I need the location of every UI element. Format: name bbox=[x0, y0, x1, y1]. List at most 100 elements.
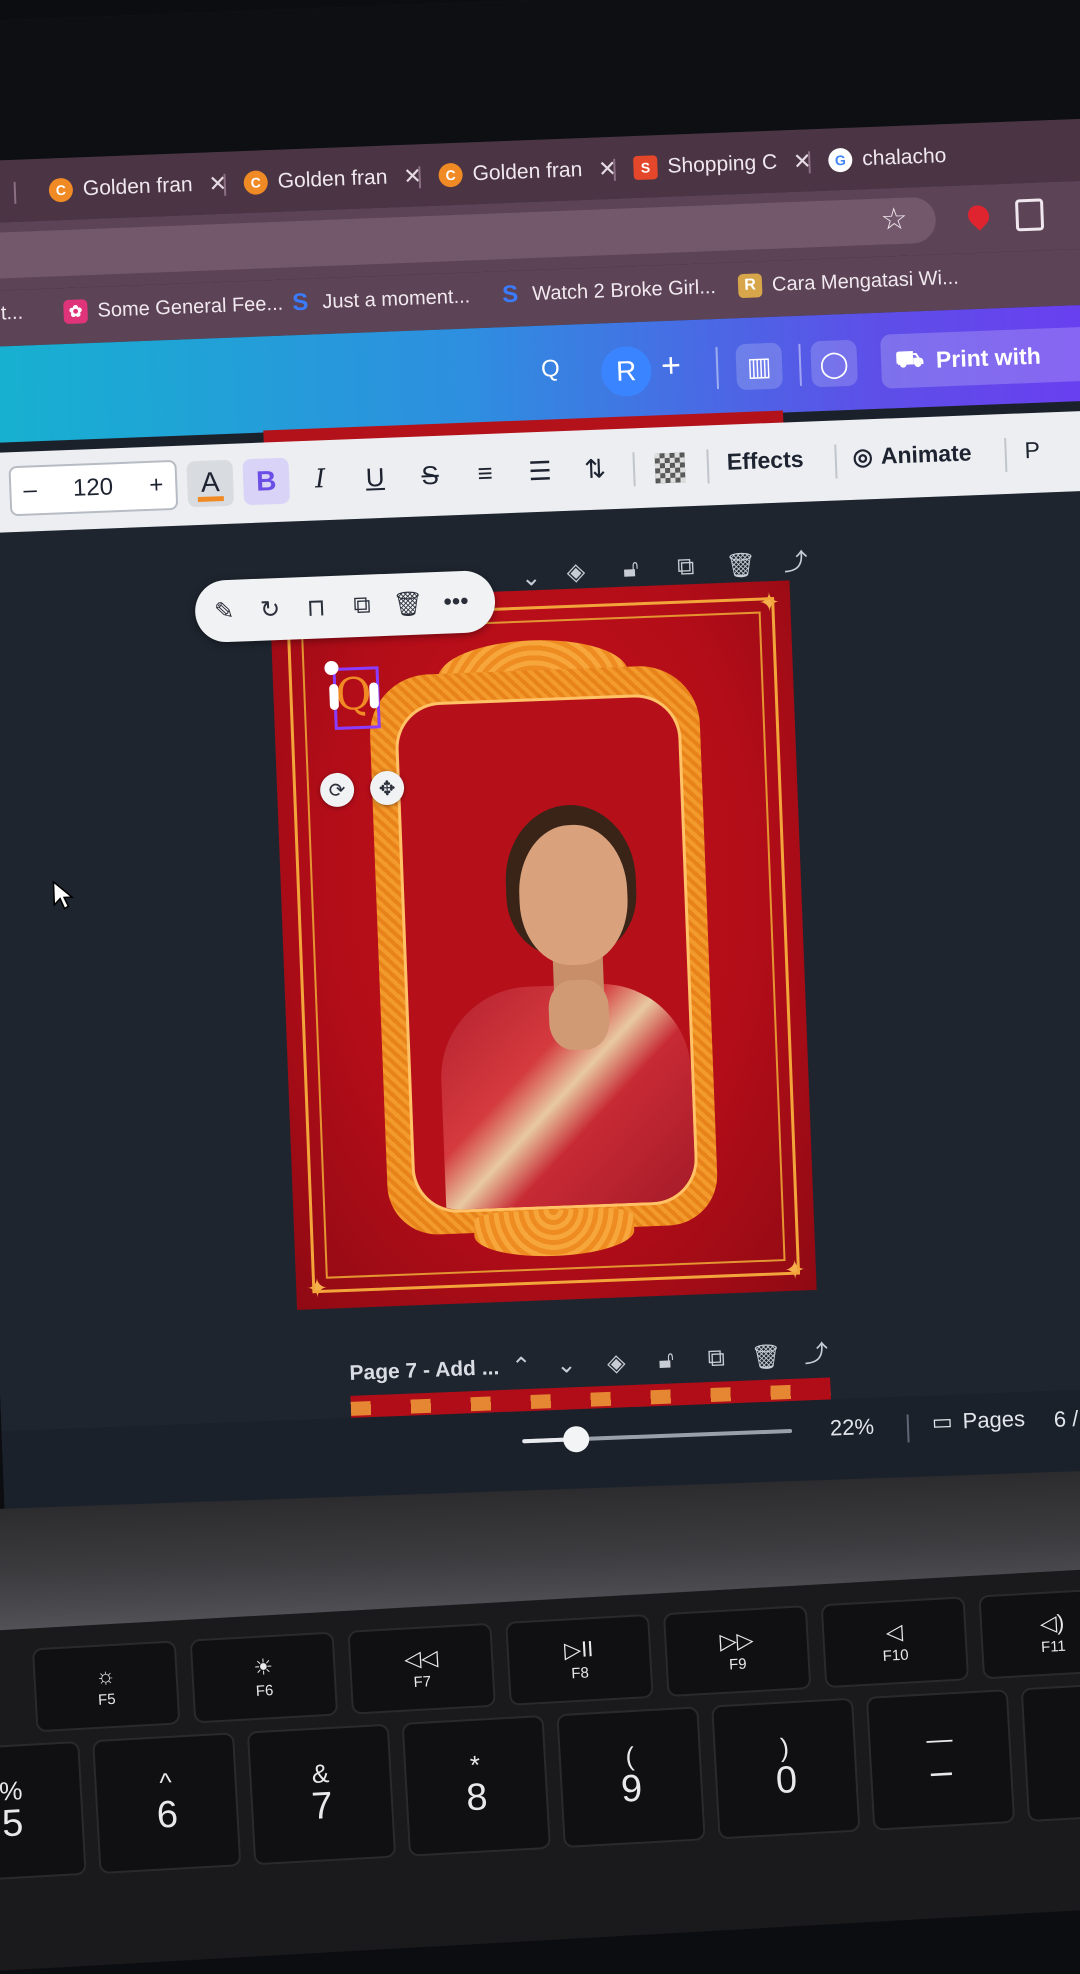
extensions-puzzle-icon[interactable] bbox=[1014, 198, 1045, 232]
delete-page-icon[interactable]: 🗑︎ bbox=[723, 548, 758, 583]
key-main-symbol: 9 bbox=[619, 1767, 644, 1811]
more-options-icon[interactable]: ••• bbox=[438, 585, 473, 620]
position-button[interactable]: P bbox=[1024, 437, 1040, 465]
function-key-label: F7 bbox=[413, 1672, 432, 1691]
key-main-symbol: 0 bbox=[774, 1759, 799, 1803]
print-with-button[interactable]: ⛟ Print with bbox=[880, 324, 1080, 389]
hide-page-icon[interactable]: ◈ bbox=[558, 554, 593, 589]
browser-tab[interactable]: C Golden fran ✕ bbox=[438, 147, 618, 198]
portrait-photo[interactable] bbox=[397, 696, 697, 1212]
zoom-slider-knob[interactable] bbox=[562, 1425, 590, 1453]
bookmark-item[interactable]: ✿ Some General Fee... bbox=[63, 292, 284, 325]
browser-tab[interactable]: C Golden fran ✕ bbox=[48, 162, 228, 213]
magic-edit-icon[interactable]: ✎ bbox=[207, 593, 242, 628]
delete-page-icon[interactable]: 🗑︎ bbox=[749, 1339, 784, 1374]
browser-tab[interactable]: G chalacho bbox=[827, 134, 948, 182]
number-key[interactable]: ) 0 bbox=[711, 1697, 861, 1840]
font-size-value[interactable]: 120 bbox=[72, 473, 113, 503]
lock-icon[interactable]: ⊓ bbox=[298, 590, 333, 625]
add-page-icon[interactable]: ⤴ bbox=[778, 542, 813, 577]
function-key[interactable]: ▷▷ F9 bbox=[662, 1605, 812, 1698]
comment-add-icon[interactable]: ↻ bbox=[253, 592, 288, 627]
google-icon: G bbox=[827, 147, 853, 173]
bold-button[interactable]: B bbox=[242, 457, 291, 506]
hide-page-icon[interactable]: ◈ bbox=[599, 1345, 634, 1380]
duplicate-page-icon[interactable]: ⧉ bbox=[699, 1341, 734, 1376]
page-counter[interactable]: 6 / : bbox=[1053, 1405, 1080, 1432]
text-color-swatch bbox=[197, 495, 224, 502]
selection-handle[interactable] bbox=[329, 683, 340, 711]
browser-tab[interactable]: S Shopping C ✕ bbox=[633, 139, 813, 190]
selection-handle[interactable] bbox=[369, 682, 380, 709]
transparency-icon[interactable] bbox=[654, 452, 686, 484]
duplicate-icon[interactable]: ⧉ bbox=[344, 588, 379, 623]
lock-icon[interactable]: 🔓︎ bbox=[649, 1343, 684, 1378]
browser-tab[interactable]: C Golden fran ✕ bbox=[243, 154, 423, 205]
function-key[interactable]: ◁ F10 bbox=[820, 1596, 970, 1689]
list-icon[interactable]: ☰ bbox=[519, 445, 561, 496]
function-key[interactable]: ☀ F6 bbox=[189, 1631, 339, 1724]
extension-icon[interactable] bbox=[963, 201, 994, 231]
font-size-stepper[interactable]: – 120 + bbox=[8, 459, 179, 517]
number-key[interactable]: ^ 6 bbox=[92, 1732, 242, 1875]
portrait-hair bbox=[502, 802, 639, 958]
function-key[interactable]: ▷II F8 bbox=[505, 1613, 654, 1706]
italic-button[interactable]: I bbox=[299, 454, 341, 505]
insights-chart-icon[interactable]: ▥ bbox=[735, 342, 784, 391]
zoom-level[interactable]: 22% bbox=[830, 1414, 875, 1442]
pages-label: Pages bbox=[962, 1405, 1026, 1434]
r-icon: R bbox=[737, 273, 763, 299]
bookmark-star-icon[interactable]: ☆ bbox=[880, 202, 908, 238]
zoom-slider[interactable] bbox=[522, 1425, 793, 1453]
duplicate-page-icon[interactable]: ⧉ bbox=[668, 550, 703, 585]
number-key[interactable]: & 7 bbox=[246, 1723, 397, 1866]
portrait-hand bbox=[547, 978, 611, 1051]
bookmark-item[interactable]: S Just a moment... bbox=[288, 284, 471, 316]
bookmark-item[interactable]: ent... bbox=[0, 302, 24, 327]
increase-font-button[interactable]: + bbox=[149, 471, 164, 500]
spacing-icon[interactable]: ⇅ bbox=[574, 443, 616, 494]
chevron-down-icon[interactable]: ⌄ bbox=[549, 1347, 584, 1382]
effects-button[interactable]: Effects bbox=[726, 446, 804, 476]
function-key[interactable]: ◁) F11 bbox=[978, 1587, 1080, 1680]
photo-window[interactable] bbox=[393, 692, 700, 1215]
strikethrough-button[interactable]: S bbox=[409, 449, 451, 500]
chevron-up-icon[interactable]: ⌃ bbox=[504, 1349, 539, 1384]
tab-title: chalacho bbox=[861, 144, 947, 171]
pages-button[interactable]: ▭ Pages bbox=[931, 1406, 1025, 1436]
bookmark-label: Cara Mengatasi Wi... bbox=[771, 266, 960, 296]
function-key-label: F10 bbox=[882, 1646, 910, 1665]
underline-button[interactable]: U bbox=[354, 451, 396, 502]
bookmark-item[interactable]: R Cara Mengatasi Wi... bbox=[737, 266, 960, 299]
function-key-icon: ◁ bbox=[885, 1618, 904, 1645]
key-main-symbol: 7 bbox=[310, 1785, 334, 1829]
number-key[interactable]: % 5 bbox=[0, 1740, 87, 1883]
function-key-label: F9 bbox=[728, 1655, 748, 1674]
number-key[interactable]: (9 bbox=[556, 1706, 706, 1849]
bookmark-label: Just a moment... bbox=[321, 284, 471, 313]
delete-icon[interactable]: 🗑︎ bbox=[390, 586, 425, 621]
function-key[interactable]: ☼ F5 bbox=[31, 1640, 181, 1733]
golden-frame[interactable] bbox=[367, 663, 720, 1237]
align-center-icon[interactable]: ≡ bbox=[464, 447, 506, 498]
lock-icon[interactable]: 🔓︎ bbox=[613, 552, 648, 587]
text-color-button[interactable]: A bbox=[186, 459, 235, 508]
avatar[interactable]: R bbox=[600, 345, 653, 398]
comment-icon[interactable]: ◯ bbox=[810, 339, 859, 388]
add-page-icon[interactable]: ⤴ bbox=[798, 1333, 833, 1368]
number-key[interactable]: + bbox=[1020, 1680, 1080, 1823]
search-icon[interactable]: Q bbox=[541, 355, 561, 384]
toolbar-divider bbox=[1004, 437, 1008, 473]
number-key[interactable]: — – bbox=[865, 1689, 1016, 1831]
bookmark-item[interactable]: S Watch 2 Broke Girl... bbox=[498, 275, 717, 309]
add-collaborator-button[interactable]: + bbox=[660, 346, 681, 386]
function-key-label: F11 bbox=[1040, 1637, 1067, 1656]
function-key-icon: ☼ bbox=[94, 1662, 117, 1689]
animate-button[interactable]: ◎ Animate bbox=[852, 439, 972, 471]
portrait-neck bbox=[552, 948, 605, 1001]
decrease-font-button[interactable]: – bbox=[23, 476, 37, 504]
number-key[interactable]: * 8 bbox=[401, 1714, 551, 1857]
bookmark-label: Some General Fee... bbox=[97, 292, 284, 322]
shopping-icon: S bbox=[633, 155, 658, 181]
function-key[interactable]: ◁◁ F7 bbox=[347, 1622, 496, 1715]
